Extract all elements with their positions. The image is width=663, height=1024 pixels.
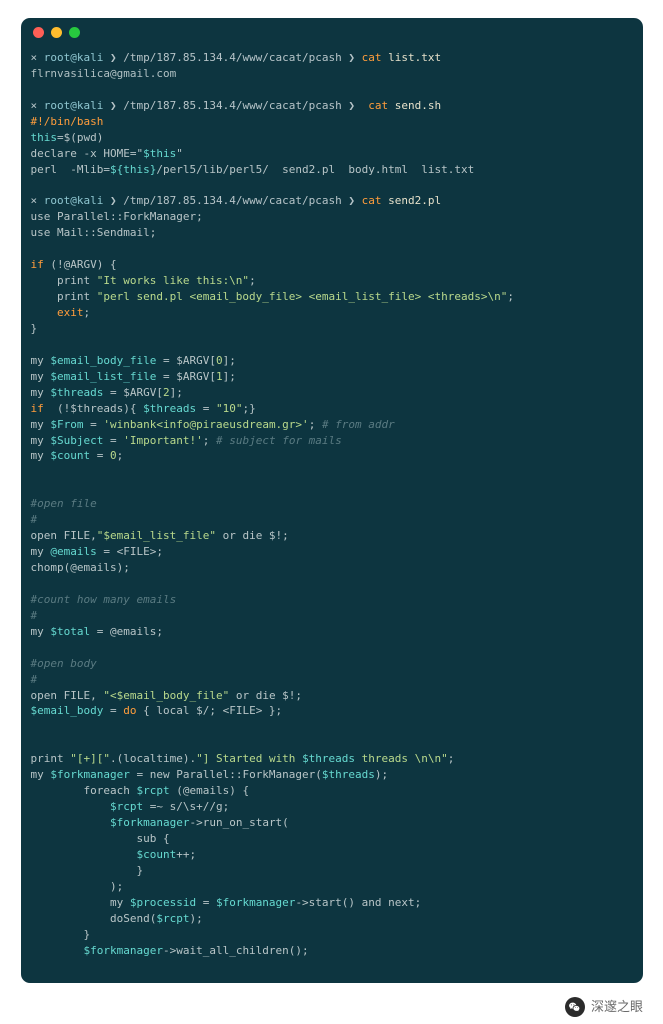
footer: 深邃之眼: [0, 983, 663, 1023]
cmd-arg: list.txt: [388, 51, 441, 64]
footer-text: 深邃之眼: [591, 998, 643, 1017]
cmd-cat: cat: [362, 51, 382, 64]
prompt-user: root@kali: [44, 51, 104, 64]
output-line: flrnvasilica@gmail.com: [31, 67, 177, 80]
maximize-icon[interactable]: [69, 27, 80, 38]
terminal-window: × root@kali ❯ /tmp/187.85.134.4/www/caca…: [21, 18, 643, 983]
terminal-body[interactable]: × root@kali ❯ /tmp/187.85.134.4/www/caca…: [21, 46, 643, 983]
footer-logo: 深邃之眼: [565, 997, 643, 1017]
prompt-star: ×: [31, 51, 44, 64]
close-icon[interactable]: [33, 27, 44, 38]
shebang: #!/bin/bash: [31, 115, 104, 128]
prompt-sep-icon: ❯: [103, 51, 123, 64]
prompt-path: /tmp/187.85.134.4/www/cacat/pcash: [123, 51, 342, 64]
wechat-icon: [565, 997, 585, 1017]
prompt-end-icon: ❯: [342, 51, 362, 64]
minimize-icon[interactable]: [51, 27, 62, 38]
titlebar: [21, 18, 643, 46]
